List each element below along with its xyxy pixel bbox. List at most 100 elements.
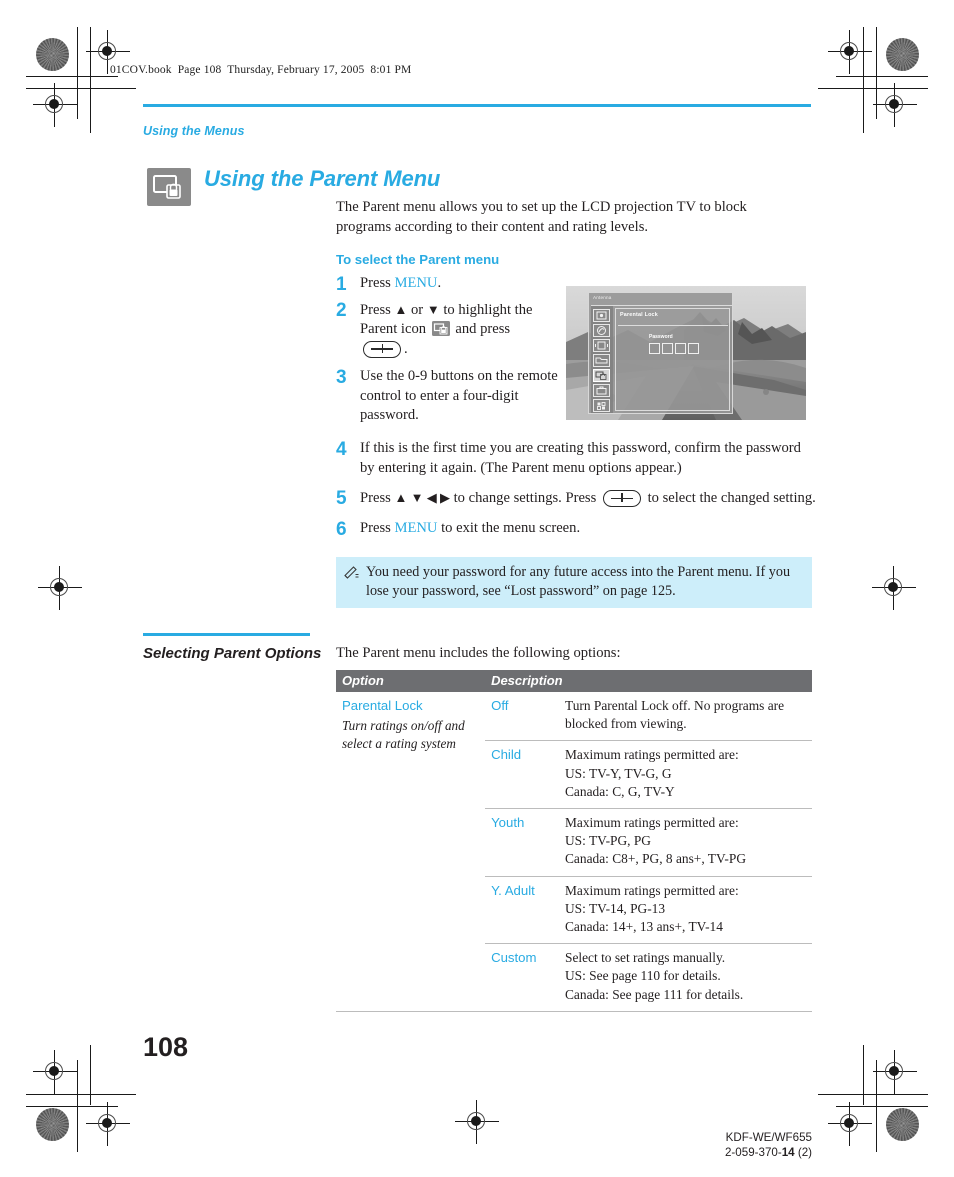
description-line: Select to set ratings manually. — [565, 950, 726, 966]
description-line: Canada: 14+, 13 ans+, TV-14 — [565, 919, 723, 935]
registration-mark-bottom-center — [455, 1100, 499, 1144]
column-header-option: Option — [336, 670, 486, 692]
osd-password-boxes[interactable] — [649, 343, 699, 354]
step-text-tail: . — [404, 340, 408, 357]
halftone-target-bottom-right — [886, 1108, 919, 1141]
osd-content-pane: Parental Lock Password — [615, 308, 730, 411]
value-cell: Y. Adult — [485, 876, 559, 944]
step-text-post: to exit the menu screen. — [437, 519, 581, 536]
page-number: 108 — [143, 1032, 189, 1062]
select-button-glyph — [602, 490, 641, 508]
crop-mark — [26, 1106, 118, 1108]
description-line: Maximum ratings permitted are: — [565, 882, 739, 898]
step-text: Press ▲ or ▼ to highlight the Parent ico… — [360, 300, 572, 359]
osd-screen-icon[interactable] — [593, 339, 610, 352]
step-text-pre: Press — [360, 302, 395, 318]
step-text-post: to select the changed setting. — [643, 490, 816, 507]
step-number: 4 — [336, 439, 347, 461]
description-line: Canada: C8+, PG, 8 ans+, TV-PG — [565, 851, 747, 867]
value-cell: Custom — [485, 944, 559, 1012]
password-digit-box[interactable] — [662, 343, 673, 354]
step-text: Use the 0-9 buttons on the remote contro… — [360, 368, 558, 424]
crop-mark — [90, 27, 92, 133]
step-number: 6 — [336, 518, 347, 540]
registration-mark-left-upper — [33, 83, 77, 127]
osd-setup-icon[interactable] — [593, 384, 610, 397]
value-cell: Youth — [485, 809, 559, 877]
table-lead-in: The Parent menu includes the following o… — [336, 645, 621, 661]
password-digit-box[interactable] — [649, 343, 660, 354]
step-text: Press MENU to exit the menu screen. — [360, 519, 816, 538]
doc-number-prefix: 2-059-370- — [724, 1146, 782, 1159]
description-line: US: See page 110 for details. — [565, 968, 721, 984]
osd-picture-icon[interactable] — [593, 309, 610, 322]
description-line: Turn Parental Lock off. No programs are — [565, 698, 785, 713]
crop-mark — [836, 1106, 928, 1108]
osd-menu: Antenna Parental Lock Password — [588, 292, 733, 414]
description-line: US: TV-PG, PG — [565, 833, 651, 849]
description-line: US: TV-Y, TV-G, G — [565, 765, 672, 781]
crop-mark — [77, 1060, 79, 1152]
step-text: If this is the first time you are creati… — [360, 440, 801, 476]
crop-mark — [818, 1094, 928, 1096]
password-digit-box[interactable] — [688, 343, 699, 354]
registration-mark-bottom-left — [86, 1102, 130, 1146]
intro-paragraph: The Parent menu allows you to set up the… — [336, 199, 747, 235]
step-number: 3 — [336, 367, 347, 389]
table-head: Option Description — [336, 670, 812, 692]
crop-mark — [90, 1045, 92, 1105]
osd-audio-icon[interactable] — [593, 324, 610, 337]
description-cell: Turn Parental Lock off. No programs are … — [559, 692, 812, 741]
step-number: 5 — [336, 488, 347, 510]
registration-mark-top-right — [828, 30, 872, 74]
crop-mark — [876, 1060, 878, 1152]
tv-screenshot: Antenna Parental Lock Password — [566, 286, 806, 420]
value-label: Youth — [491, 815, 525, 831]
section-rule — [143, 633, 310, 636]
select-button-glyph — [363, 340, 401, 358]
osd-parent-icon[interactable] — [593, 369, 610, 382]
registration-mark-left-middle — [38, 566, 82, 610]
value-label: Off — [491, 698, 509, 713]
step-text-pre: Press — [360, 519, 395, 536]
description-cell: Maximum ratings permitted are: US: TV-14… — [559, 876, 812, 944]
crop-mark — [876, 27, 878, 119]
description-cell: Maximum ratings permitted are: US: TV-PG… — [559, 809, 812, 877]
tv-lock-icon — [147, 168, 191, 206]
registration-mark-right-upper — [873, 83, 917, 127]
running-head: Using the Menus — [143, 124, 245, 138]
arrow-glyphs: ▲ — [394, 302, 408, 317]
osd-title: Antenna — [593, 295, 612, 300]
step-4: 4 If this is the first time you are crea… — [336, 439, 816, 478]
osd-pane-divider — [618, 325, 728, 326]
crop-mark — [26, 76, 118, 78]
crop-mark — [863, 1045, 865, 1105]
note-box: You need your password for any future ac… — [336, 557, 812, 608]
description-line: Maximum ratings permitted are: — [565, 815, 739, 831]
book-file-stamp: 01COV.book Page 108 Thursday, February 1… — [110, 64, 412, 76]
registration-mark-right-lower — [873, 1050, 917, 1094]
arrow-glyphs: ▼ — [426, 302, 440, 317]
registration-mark-bottom-right — [828, 1102, 872, 1146]
note-text: You need your password for any future ac… — [366, 564, 791, 599]
description-cell: Maximum ratings permitted are: US: TV-Y,… — [559, 741, 812, 809]
value-cell: Off — [485, 692, 559, 741]
step-text-pre: Press — [360, 275, 395, 291]
doc-number-revision: 14 — [781, 1146, 795, 1159]
step-6: 6 Press MENU to exit the menu screen. — [336, 519, 816, 539]
osd-apps-icon[interactable] — [593, 399, 610, 412]
section-heading: Selecting Parent Options — [143, 645, 322, 662]
osd-pane-title: Parental Lock — [620, 312, 658, 318]
top-rule — [143, 104, 811, 107]
option-name: Parental Lock — [342, 698, 423, 713]
password-digit-box[interactable] — [675, 343, 686, 354]
osd-channel-icon[interactable] — [593, 354, 610, 367]
halftone-target-bottom-left — [36, 1108, 69, 1141]
procedure-subhead: To select the Parent menu — [336, 252, 500, 267]
crop-mark — [836, 76, 928, 78]
crop-mark — [26, 88, 136, 90]
crop-mark — [26, 1094, 136, 1096]
registration-mark-right-middle — [872, 566, 916, 610]
halftone-target-top-left — [36, 38, 69, 71]
crop-mark — [818, 88, 928, 90]
